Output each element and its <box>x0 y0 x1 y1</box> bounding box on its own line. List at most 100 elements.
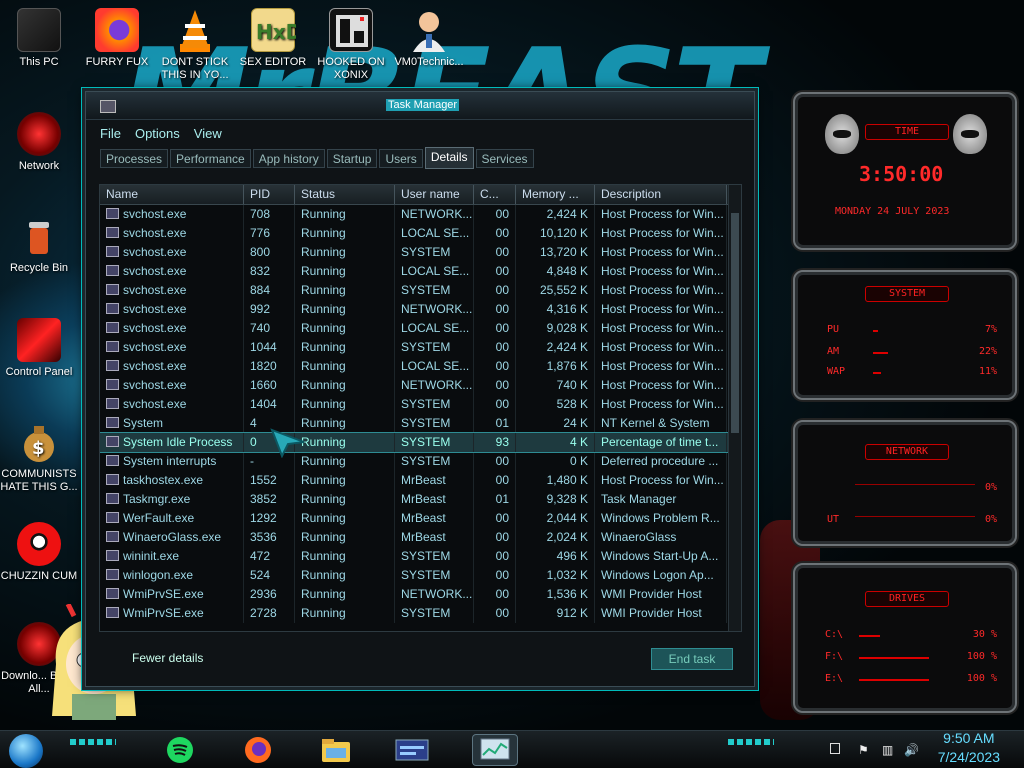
end-task-button[interactable]: End task <box>651 648 733 670</box>
vertical-scrollbar[interactable] <box>728 185 741 631</box>
tab-app-history[interactable]: App history <box>252 149 325 168</box>
taskbar-clock[interactable]: 9:50 AM 7/24/2023 <box>938 729 1000 767</box>
system-gadget[interactable]: SYSTEM PU AM WAP 7% 22% 11% <box>793 270 1017 400</box>
process-row[interactable]: svchost.exe 832 Running LOCAL SE... 00 4,848 … <box>100 262 741 281</box>
column-header-user-name[interactable]: User name <box>395 185 474 204</box>
drives-gadget[interactable]: DRIVES C:\ F:\ E:\ 30 % 100 % 100 % <box>793 563 1017 713</box>
process-icon <box>106 246 119 257</box>
process-row[interactable]: svchost.exe 800 Running SYSTEM 00 13,720 K Hos… <box>100 243 741 262</box>
process-status-cell: Running <box>295 490 395 509</box>
process-mem-cell: 1,032 K <box>516 566 595 585</box>
process-icon <box>106 398 119 409</box>
desktop-icon-hooked-on-xonix[interactable]: HOOKED ON XONIX <box>312 8 390 82</box>
process-name: taskhostex.exe <box>123 473 204 487</box>
process-desc-cell: Percentage of time t... <box>595 433 727 452</box>
process-row[interactable]: System 4 Running SYSTEM 01 24 K NT Kernel & Sy… <box>100 414 741 433</box>
process-icon <box>106 512 119 523</box>
start-button[interactable] <box>9 734 43 768</box>
action-center-flag-icon[interactable]: ⚑ <box>858 743 869 757</box>
tab-performance[interactable]: Performance <box>170 149 251 168</box>
column-header-pid[interactable]: PID <box>244 185 295 204</box>
taskbar-spotify-button[interactable] <box>160 734 200 766</box>
taskbar-control-panel-button[interactable] <box>392 734 432 766</box>
process-mem-cell: 1,876 K <box>516 357 595 376</box>
process-pid-cell: 1552 <box>244 471 295 490</box>
firefox-icon <box>245 737 271 763</box>
process-row[interactable]: WerFault.exe 1292 Running MrBeast 00 2,044 KW… <box>100 509 741 528</box>
taskbar-file-explorer-button[interactable] <box>316 734 356 766</box>
process-row[interactable]: svchost.exe 1820 Running LOCAL SE... 00 1,876… <box>100 357 741 376</box>
tab-startup[interactable]: Startup <box>326 149 378 168</box>
process-desc-cell: Host Process for Win... <box>595 319 727 338</box>
tab-details[interactable]: Details <box>424 147 474 169</box>
process-name: svchost.exe <box>123 340 187 354</box>
process-row[interactable]: taskhostex.exe 1552 Running MrBeast 00 1,480 … <box>100 471 741 490</box>
tab-services[interactable]: Services <box>475 149 534 168</box>
process-pid-cell: 3852 <box>244 490 295 509</box>
taskbar-task-manager-button[interactable] <box>472 734 518 766</box>
process-row[interactable]: System interrupts - Running SYSTEM 00 0 K Defe… <box>100 452 741 471</box>
desktop-icon-this-pc[interactable]: This PC <box>0 8 78 69</box>
process-row[interactable]: svchost.exe 992 Running NETWORK... 00 4,316 K… <box>100 300 741 319</box>
desktop-icon-chuzzin-cum[interactable]: CHUZZIN CUM <box>0 522 78 583</box>
column-header-cpu[interactable]: C... <box>474 185 516 204</box>
process-row[interactable]: winlogon.exe 524 Running SYSTEM 00 1,032 K Win… <box>100 566 741 585</box>
process-row[interactable]: WmiPrvSE.exe 2728 Running SYSTEM 00 912 K WMI … <box>100 604 741 623</box>
vlc-cone-icon <box>173 8 217 52</box>
desktop-icon-sex-editor[interactable]: HxD SEX EDITOR <box>234 8 312 69</box>
process-name: winlogon.exe <box>123 568 194 582</box>
process-name: svchost.exe <box>123 207 187 221</box>
process-user-cell: MrBeast <box>395 471 474 490</box>
drives-gadget-title: DRIVES <box>865 591 949 607</box>
time-gadget[interactable]: TIME 3:50:00 MONDAY 24 JULY 2023 <box>793 92 1017 250</box>
ram-label: AM <box>827 346 840 357</box>
network-tray-icon[interactable]: ▥ <box>882 743 893 757</box>
title-bar[interactable]: Task Manager <box>86 92 754 120</box>
process-row[interactable]: wininit.exe 472 Running SYSTEM 00 496 K Window… <box>100 547 741 566</box>
fewer-details-link[interactable]: Fewer details <box>132 651 203 665</box>
menu-view[interactable]: View <box>194 126 222 141</box>
process-row[interactable]: svchost.exe 1660 Running NETWORK... 00 740 KH… <box>100 376 741 395</box>
process-row[interactable]: svchost.exe 708 Running NETWORK... 00 2,424 K… <box>100 205 741 224</box>
drive-f-value: 100 % <box>966 651 997 662</box>
menu-file[interactable]: File <box>100 126 121 141</box>
column-header-status[interactable]: Status <box>295 185 395 204</box>
desktop-icon-vm0technic[interactable]: VM0Technic... <box>390 8 468 69</box>
tab-users[interactable]: Users <box>379 149 423 168</box>
process-row[interactable]: svchost.exe 740 Running LOCAL SE... 00 9,028 … <box>100 319 741 338</box>
column-header-description[interactable]: Description <box>595 185 727 204</box>
scrollbar-thumb[interactable] <box>731 213 739 433</box>
task-manager-window[interactable]: Task Manager File Options View Processes… <box>85 91 755 687</box>
process-row[interactable]: svchost.exe 1404 Running SYSTEM 00 528 K Host … <box>100 395 741 414</box>
menu-options[interactable]: Options <box>135 126 180 141</box>
desktop-icon-furry-fux[interactable]: FURRY FUX <box>78 8 156 69</box>
process-list[interactable]: Name PID Status User name C... Memory ..… <box>99 184 742 632</box>
desktop-icon-network[interactable]: Network <box>0 112 78 173</box>
desktop-icon-recycle-bin[interactable]: Recycle Bin <box>0 214 78 275</box>
process-row[interactable]: System Idle Process 0 Running SYSTEM 93 4 K Pe… <box>100 432 741 453</box>
taskbar-firefox-button[interactable] <box>238 734 278 766</box>
volume-icon[interactable]: 🔊 <box>904 743 919 757</box>
column-header-memory[interactable]: Memory ... <box>516 185 595 204</box>
process-row[interactable]: WinaeroGlass.exe 3536 Running MrBeast 00 2,02… <box>100 528 741 547</box>
process-status-cell: Running <box>295 547 395 566</box>
desktop-icon-label: FURRY FUX <box>85 56 149 68</box>
process-row[interactable]: Taskmgr.exe 3852 Running MrBeast 01 9,328 K Ta… <box>100 490 741 509</box>
process-desc-cell: Host Process for Win... <box>595 300 727 319</box>
process-pid-cell: 884 <box>244 281 295 300</box>
desktop-icon-communists[interactable]: $ COMMUNISTS HATE THIS G... <box>0 420 78 494</box>
svg-text:$: $ <box>32 438 45 459</box>
desktop-icon-dont-stick[interactable]: DONT STICK THIS IN YO... <box>156 8 234 82</box>
desktop-icon-control-panel[interactable]: Control Panel <box>0 318 78 379</box>
process-pid-cell: 1820 <box>244 357 295 376</box>
column-header-name[interactable]: Name <box>100 185 244 204</box>
process-row[interactable]: svchost.exe 884 Running SYSTEM 00 25,552 K Hos… <box>100 281 741 300</box>
process-row[interactable]: WmiPrvSE.exe 2936 Running NETWORK... 00 1,536… <box>100 585 741 604</box>
show-desktop-icon[interactable] <box>830 743 840 754</box>
process-name-cell: WmiPrvSE.exe <box>100 585 244 604</box>
process-desc-cell: Host Process for Win... <box>595 281 727 300</box>
tab-processes[interactable]: Processes <box>100 149 169 168</box>
process-row[interactable]: svchost.exe 776 Running LOCAL SE... 00 10,120… <box>100 224 741 243</box>
network-gadget[interactable]: NETWORK 0% UT 0% <box>793 420 1017 546</box>
process-row[interactable]: svchost.exe 1044 Running SYSTEM 00 2,424 K Hos… <box>100 338 741 357</box>
